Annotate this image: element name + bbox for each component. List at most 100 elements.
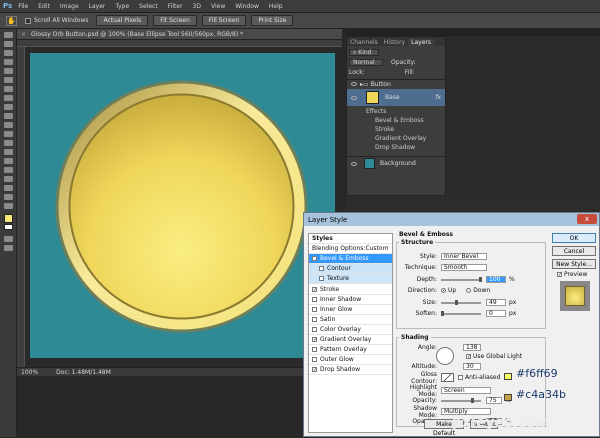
menu-file[interactable]: File [18,3,28,10]
checkbox-checked[interactable]: ✓ [312,366,317,372]
eraser-tool-icon[interactable] [4,122,13,128]
slider-knob[interactable] [479,276,482,282]
angle-input[interactable]: 138 [463,344,481,351]
tab-layers[interactable]: Layers [408,39,434,46]
checkbox[interactable] [312,306,317,312]
blend-mode-dropdown[interactable]: Normal [349,58,383,66]
style-item-stroke[interactable]: ✓ Stroke [309,285,392,295]
quick-mask-icon[interactable] [4,236,13,242]
style-item-pattern-overlay[interactable]: Pattern Overlay [309,345,392,355]
background-color-swatch[interactable] [4,224,13,230]
menu-select[interactable]: Select [139,3,158,10]
style-item-contour[interactable]: Contour [309,264,392,274]
style-item-satin[interactable]: Satin [309,315,392,325]
crop-tool-icon[interactable] [4,68,13,74]
menu-edit[interactable]: Edit [38,3,50,10]
altitude-input[interactable]: 30 [463,363,481,370]
style-item-gradient-overlay[interactable]: ✓ Gradient Overlay [309,335,392,345]
lasso-tool-icon[interactable] [4,50,13,56]
new-style-button[interactable]: New Style... [552,259,596,269]
eye-icon[interactable] [351,95,357,100]
clone-stamp-tool-icon[interactable] [4,104,13,110]
menu-window[interactable]: Window [235,3,259,10]
highlight-mode-dropdown[interactable]: Screen [441,387,491,394]
menu-help[interactable]: Help [269,3,283,10]
effect-bevel-emboss[interactable]: Bevel & Emboss [349,117,447,124]
effect-stroke[interactable]: Stroke [349,126,447,133]
layer-group-button[interactable]: ▸▭ Button [347,79,445,88]
slider-knob[interactable] [471,397,474,403]
style-item-inner-shadow[interactable]: Inner Shadow [309,295,392,305]
ok-button[interactable]: OK [552,233,596,243]
technique-dropdown[interactable]: Smooth [441,264,487,271]
checkbox[interactable] [319,265,324,271]
scroll-all-windows-checkbox[interactable]: Scroll All Windows [25,17,88,24]
depth-slider[interactable] [441,276,482,282]
zoom-level[interactable]: 100% [21,369,38,376]
checkbox[interactable] [312,326,317,332]
checkbox-checked[interactable]: ✓ [312,336,317,342]
shadow-color-swatch[interactable] [504,394,512,401]
close-icon[interactable]: x [577,214,597,224]
brush-tool-icon[interactable] [4,95,13,101]
highlight-opacity-slider[interactable] [441,397,481,403]
menu-layer[interactable]: Layer [89,3,106,10]
effects-label[interactable]: Effects [349,108,447,115]
soften-slider[interactable] [441,310,481,316]
checkbox[interactable] [312,346,317,352]
soften-input[interactable]: 0 [486,310,506,317]
checkbox-checked[interactable]: ✓ [312,286,317,292]
menu-image[interactable]: Image [60,3,79,10]
style-item-inner-glow[interactable]: Inner Glow [309,305,392,315]
effect-gradient-overlay[interactable]: Gradient Overlay [349,135,447,142]
slider-knob[interactable] [455,299,458,305]
checkbox-box[interactable] [25,17,31,24]
shadow-mode-dropdown[interactable]: Multiply [441,408,491,415]
document-tab[interactable]: × Glossy Orb Button.psd @ 100% (Base Ell… [17,29,342,40]
style-item-color-overlay[interactable]: Color Overlay [309,325,392,335]
foreground-color-swatch[interactable] [4,214,13,223]
style-item-texture[interactable]: Texture [309,274,392,284]
path-select-tool-icon[interactable] [4,176,13,182]
hand-tool-icon[interactable]: ✋ [6,15,17,26]
shape-tool-icon[interactable] [4,185,13,191]
style-dropdown[interactable]: Inner Bevel [441,253,487,260]
move-tool-icon[interactable] [4,32,13,38]
layer-base[interactable]: Base fx [347,89,445,106]
anti-aliased-checkbox[interactable] [458,375,463,380]
dialog-title-bar[interactable]: Layer Style x [304,213,599,226]
direction-down-radio[interactable] [466,288,472,293]
styles-header[interactable]: Styles [309,234,392,244]
checkbox-checked[interactable]: ✓ [312,255,317,261]
actual-pixels-button[interactable]: Actual Pixels [96,15,149,26]
fit-screen-button[interactable]: Fit Screen [153,15,197,26]
gloss-contour-picker[interactable] [441,373,454,382]
eyedropper-tool-icon[interactable] [4,77,13,83]
menu-3d[interactable]: 3D [193,3,201,10]
direction-up-radio[interactable] [441,288,446,293]
healing-tool-icon[interactable] [4,86,13,92]
size-slider[interactable] [441,299,481,305]
layer-background[interactable]: Background [347,156,445,170]
print-size-button[interactable]: Print Size [251,15,294,26]
style-item-drop-shadow[interactable]: ✓ Drop Shadow [309,365,392,375]
canvas-area[interactable] [25,47,342,367]
slider-knob[interactable] [441,310,444,316]
eye-icon[interactable] [351,161,357,166]
checkbox[interactable] [319,275,324,281]
menu-filter[interactable]: Filter [168,3,183,10]
preview-checkbox[interactable]: ✓ [557,272,562,278]
close-tab-icon[interactable]: × [21,31,26,38]
blending-options-item[interactable]: Blending Options:Custom [309,244,392,254]
menu-view[interactable]: View [211,3,225,10]
type-tool-icon[interactable] [4,167,13,173]
cancel-button[interactable]: Cancel [552,246,596,256]
style-item-outer-glow[interactable]: Outer Glow [309,355,392,365]
depth-input[interactable]: 100 [486,276,506,283]
canvas[interactable] [30,53,335,358]
dodge-tool-icon[interactable] [4,149,13,155]
fill-screen-button[interactable]: Fill Screen [201,15,247,26]
history-brush-tool-icon[interactable] [4,113,13,119]
checkbox[interactable] [312,296,317,302]
kind-filter-dropdown[interactable]: ⌕ Kind [349,48,379,56]
